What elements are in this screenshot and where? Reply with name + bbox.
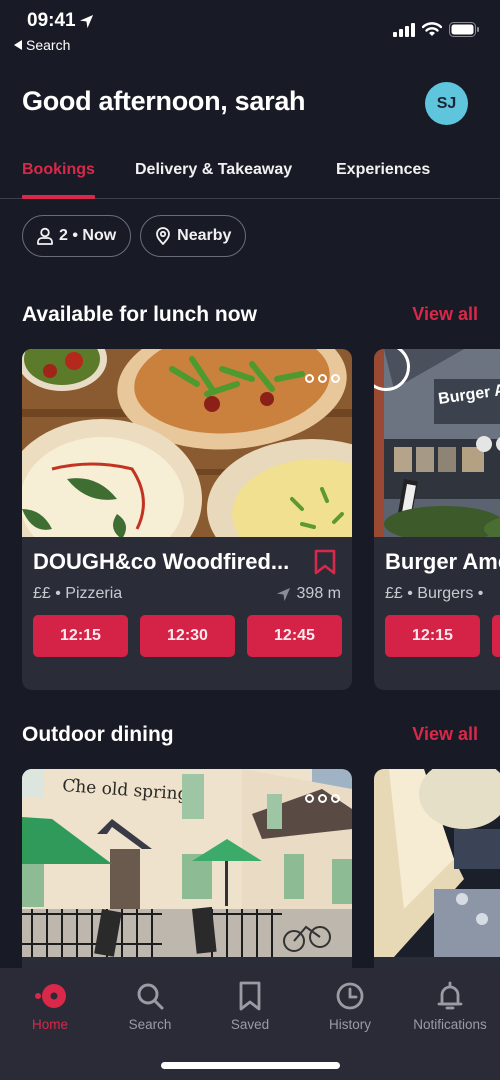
view-all-outdoor-link[interactable]: View all — [412, 724, 478, 745]
battery-icon — [449, 22, 479, 37]
more-options-icon[interactable] — [305, 794, 340, 803]
clock-icon — [336, 982, 364, 1010]
nav-notifications[interactable]: Notifications — [400, 980, 500, 1032]
restaurant-photo — [22, 349, 352, 537]
time-slot-button[interactable] — [492, 615, 500, 657]
nav-history[interactable]: History — [300, 980, 400, 1032]
more-options-icon[interactable] — [305, 374, 340, 383]
time-slot-button[interactable]: 12:45 — [247, 615, 342, 657]
tab-experiences[interactable]: Experiences — [336, 161, 430, 179]
restaurant-photo: Burger Am — [374, 349, 500, 537]
restaurant-photo — [374, 769, 500, 957]
restaurant-card[interactable]: DOUGH&co Woodfired... ££ • Pizzeria 398 … — [22, 349, 352, 690]
restaurant-card[interactable]: Ƈhe old spring — [22, 769, 352, 989]
restaurant-distance: 398 m — [276, 585, 341, 603]
bell-icon — [437, 981, 463, 1010]
party-size-time-chip[interactable]: 2 • Now — [22, 215, 132, 257]
section-title-lunch: Available for lunch now — [22, 303, 257, 326]
cellular-signal-icon — [393, 22, 415, 37]
status-bar: 09:41 Search — [0, 0, 500, 60]
back-arrow-icon — [14, 40, 22, 50]
nav-saved[interactable]: Saved — [200, 980, 300, 1032]
bookmark-icon[interactable] — [314, 549, 336, 575]
home-icon — [35, 984, 66, 1008]
restaurant-meta: ££ • Burgers • — [385, 585, 484, 602]
home-indicator[interactable] — [161, 1062, 340, 1069]
dining-room-photo-illustration — [374, 769, 500, 957]
time-slots: 12:15 — [385, 615, 500, 657]
profile-avatar[interactable]: SJ — [425, 82, 468, 125]
category-tabs: Bookings Delivery & Takeaway Experiences — [0, 150, 500, 199]
system-icons — [393, 22, 480, 37]
active-tab-indicator — [22, 195, 95, 199]
time-slot-button[interactable]: 12:15 — [33, 615, 128, 657]
bookmark-icon — [239, 981, 261, 1011]
time-slots: 12:15 12:30 12:45 — [33, 615, 342, 657]
nav-search[interactable]: Search — [100, 980, 200, 1032]
location-arrow-icon — [79, 14, 93, 28]
pizza-photo-illustration — [22, 349, 352, 537]
view-all-lunch-link[interactable]: View all — [412, 304, 478, 325]
restaurant-name: Burger Ame — [385, 549, 500, 574]
search-icon — [137, 983, 164, 1010]
tab-delivery-takeaway[interactable]: Delivery & Takeaway — [135, 161, 292, 179]
pub-photo-illustration: Ƈhe old spring — [22, 769, 352, 957]
section-title-outdoor: Outdoor dining — [22, 723, 174, 746]
wifi-icon — [422, 22, 442, 36]
restaurant-meta: ££ • Pizzeria — [33, 585, 123, 602]
filter-chips: 2 • Now Nearby — [22, 215, 247, 257]
time-slot-button[interactable]: 12:15 — [385, 615, 480, 657]
greeting-title: Good afternoon, sarah — [22, 86, 306, 116]
tab-bookings[interactable]: Bookings — [22, 161, 95, 179]
restaurant-photo: Ƈhe old spring — [22, 769, 352, 957]
restaurant-card[interactable]: Burger Am Burger Ame ££ • Burgers • 12:1… — [374, 349, 500, 690]
restaurant-name: DOUGH&co Woodfired... — [33, 549, 290, 574]
location-chip[interactable]: Nearby — [140, 215, 247, 257]
map-pin-icon — [156, 227, 171, 245]
navigation-arrow-icon — [276, 587, 290, 601]
restaurant-card[interactable] — [374, 769, 500, 989]
time-slot-button[interactable]: 12:30 — [140, 615, 235, 657]
back-to-search-link[interactable]: Search — [14, 37, 70, 53]
person-icon — [37, 227, 53, 245]
nav-home[interactable]: Home — [0, 980, 100, 1032]
status-time: 09:41 — [27, 10, 94, 32]
